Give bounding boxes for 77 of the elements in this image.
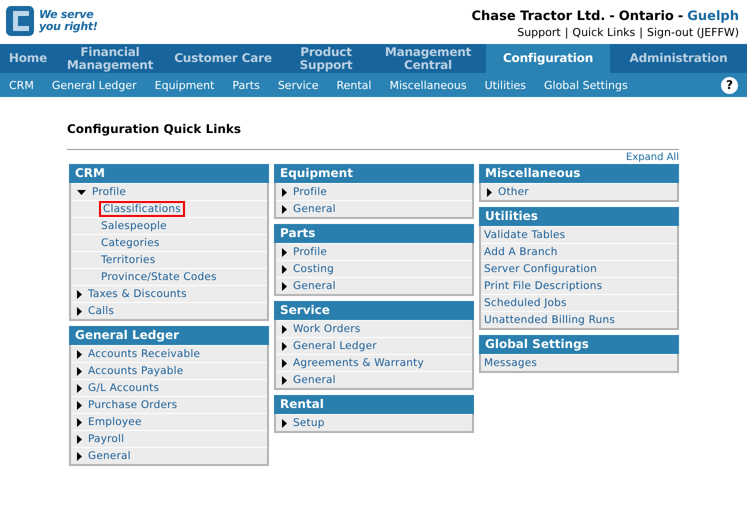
help-button[interactable]: ?	[721, 76, 738, 94]
menu-link[interactable]: Territories	[101, 254, 156, 266]
menu-link[interactable]: Accounts Receivable	[88, 348, 200, 360]
header-link[interactable]: Sign-out (JEFFW)	[647, 26, 739, 39]
nav-tab[interactable]: Home	[0, 44, 56, 73]
logo-icon	[5, 5, 35, 37]
menu-link[interactable]: Classifications	[101, 203, 183, 215]
collapse-arrow-icon[interactable]	[77, 190, 86, 194]
province-name: Ontario	[618, 9, 674, 24]
menu-link[interactable]: Agreements & Warranty	[293, 357, 424, 369]
menu-link[interactable]: Province/State Codes	[101, 271, 217, 283]
page-title: Configuration Quick Links	[67, 122, 242, 136]
menu-link[interactable]: Costing	[293, 263, 334, 275]
menu-link[interactable]: Work Orders	[293, 323, 360, 335]
menu-link[interactable]: Purchase Orders	[88, 399, 178, 411]
nav-tab[interactable]: Customer Care	[164, 44, 282, 73]
section-header: Global Settings	[479, 335, 679, 354]
section-header: Miscellaneous	[479, 164, 679, 183]
menu-link[interactable]: General	[293, 280, 336, 292]
menu-link[interactable]: Other	[498, 186, 529, 198]
menu-link[interactable]: Server Configuration	[484, 263, 597, 275]
section-header: Parts	[274, 224, 474, 243]
menu-link[interactable]: Add A Branch	[484, 246, 558, 258]
subnav-link[interactable]: CRM	[9, 78, 34, 92]
section-header: Service	[274, 301, 474, 320]
menu-link[interactable]: Messages	[484, 357, 538, 369]
subnav-link[interactable]: Global Settings	[544, 78, 628, 92]
menu-link[interactable]: Scheduled Jobs	[484, 297, 567, 309]
company-name: Chase Tractor Ltd.	[472, 9, 606, 24]
menu-link[interactable]: Calls	[88, 305, 114, 317]
nav-tab[interactable]: Management Central	[370, 44, 486, 73]
menu-link[interactable]: Profile	[293, 246, 328, 258]
subnav-link[interactable]: Rental	[336, 78, 372, 92]
subnav-link[interactable]: General Ledger	[52, 78, 137, 92]
header-link[interactable]: Quick Links	[572, 26, 636, 39]
expand-all-link[interactable]: Expand All	[626, 152, 679, 163]
menu-link[interactable]: Categories	[101, 237, 160, 249]
separator: |	[639, 26, 643, 39]
subnav-link[interactable]: Miscellaneous	[389, 78, 467, 92]
expand-arrow-icon[interactable]	[487, 188, 492, 196]
logo-tagline: We serve	[39, 9, 94, 21]
menu-link[interactable]: Setup	[293, 417, 325, 429]
subnav-link[interactable]: Parts	[232, 78, 260, 92]
menu-link[interactable]: General	[293, 203, 336, 215]
menu-link[interactable]: Unattended Billing Runs	[484, 314, 615, 326]
header-link[interactable]: Support	[517, 26, 561, 39]
menu-link[interactable]: General	[88, 450, 131, 462]
nav-tab[interactable]: Administration	[610, 44, 747, 73]
menu-link[interactable]: Payroll	[88, 433, 124, 445]
menu-link[interactable]: General	[293, 374, 336, 386]
nav-tab[interactable]: Configuration	[486, 44, 610, 73]
logo-tagline: you right!	[39, 21, 98, 33]
section-header: Rental	[274, 395, 474, 414]
menu-link[interactable]: Validate Tables	[484, 229, 566, 241]
separator: |	[564, 26, 568, 39]
menu-link[interactable]: Profile	[92, 186, 126, 198]
subnav-link[interactable]: Service	[278, 78, 318, 92]
nav-tab[interactable]: Financial Management	[56, 44, 164, 73]
menu-link[interactable]: Employee	[88, 416, 142, 428]
menu-link[interactable]: Taxes & Discounts	[88, 288, 187, 300]
menu-link[interactable]: Print File Descriptions	[484, 280, 602, 292]
section-header: General Ledger	[69, 326, 269, 345]
menu-link[interactable]: General Ledger	[293, 340, 377, 352]
section-header: Utilities	[479, 207, 679, 226]
branch-name: Guelph	[687, 9, 739, 24]
menu-link[interactable]: Accounts Payable	[88, 365, 184, 377]
menu-link[interactable]: G/L Accounts	[88, 382, 160, 394]
expand-arrow-icon[interactable]	[282, 418, 287, 428]
subnav-link[interactable]: Equipment	[154, 78, 214, 92]
section-header: Equipment	[274, 164, 474, 183]
section-header: CRM	[69, 164, 269, 183]
menu-link[interactable]: Salespeople	[101, 220, 167, 232]
nav-tab[interactable]: Product Support	[282, 44, 370, 73]
menu-link[interactable]: Profile	[293, 186, 328, 198]
subnav-link[interactable]: Utilities	[484, 78, 526, 92]
separator: -	[609, 9, 615, 24]
separator: -	[678, 9, 684, 24]
